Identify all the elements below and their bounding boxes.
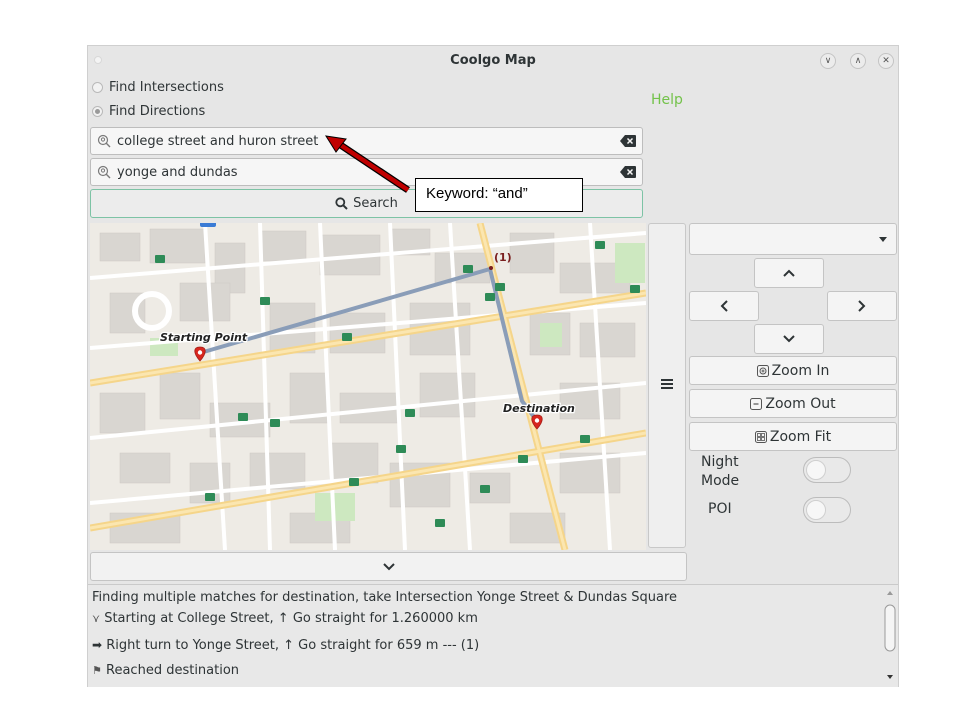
destination-marker-label: Destination bbox=[503, 402, 575, 415]
directions-line-row: ⚑ Reached destination bbox=[92, 663, 239, 678]
window-title: Coolgo Map bbox=[450, 53, 536, 68]
sidebar-toggle-button[interactable] bbox=[648, 223, 686, 548]
zoom-out-label: Zoom Out bbox=[765, 395, 836, 412]
from-input[interactable] bbox=[117, 130, 607, 152]
directions-line-row: ➡ Right turn to Yonge Street, ↑ Go strai… bbox=[92, 638, 479, 653]
night-mode-toggle[interactable] bbox=[803, 457, 851, 483]
pan-down-button[interactable] bbox=[754, 324, 824, 354]
directions-expander-button[interactable] bbox=[90, 552, 687, 581]
layer-dropdown[interactable] bbox=[689, 223, 897, 255]
zoom-out-button[interactable]: Zoom Out bbox=[689, 389, 897, 418]
radio-find-intersections[interactable]: Find Intersections bbox=[92, 77, 224, 97]
radio-button[interactable] bbox=[92, 105, 103, 117]
zoom-fit-label: Zoom Fit bbox=[769, 428, 832, 445]
directions-line: Reached destination bbox=[106, 663, 240, 678]
dropdown-arrow-icon bbox=[879, 237, 887, 242]
maximize-icon[interactable]: ∧ bbox=[850, 53, 866, 69]
radio-find-directions[interactable]: Find Directions bbox=[92, 101, 205, 121]
directions-line: Starting at College Street, ↑ Go straigh… bbox=[104, 611, 478, 626]
hamburger-icon bbox=[661, 379, 673, 389]
chevron-left-icon bbox=[720, 300, 728, 312]
toggle-knob bbox=[806, 500, 826, 520]
directions-line-row: ⋎ Starting at College Street, ↑ Go strai… bbox=[92, 611, 478, 626]
radio-button[interactable] bbox=[92, 81, 103, 93]
toggle-knob bbox=[806, 460, 826, 480]
from-entry[interactable] bbox=[90, 127, 643, 155]
radio-label: Find Intersections bbox=[109, 79, 224, 95]
chevron-down-icon bbox=[783, 335, 795, 343]
poi-toggle[interactable] bbox=[803, 497, 851, 523]
checkered-flag-icon: ⚑ bbox=[92, 664, 102, 677]
zoom-out-icon bbox=[750, 397, 763, 410]
app-window: Coolgo Map ∨ ∧ ✕ Find Intersections Find… bbox=[87, 45, 899, 687]
minimize-icon[interactable]: ∨ bbox=[820, 53, 836, 69]
pan-right-button[interactable] bbox=[827, 291, 897, 321]
chevron-right-icon bbox=[858, 300, 866, 312]
turn-right-icon: ➡ bbox=[92, 638, 103, 652]
clear-icon[interactable] bbox=[620, 166, 636, 178]
poi-label: POI bbox=[708, 501, 732, 517]
map-view[interactable]: (1) Starting Point Destination bbox=[90, 223, 646, 550]
close-icon[interactable]: ✕ bbox=[878, 53, 894, 69]
directions-line: Right turn to Yonge Street, ↑ Go straigh… bbox=[106, 638, 480, 653]
chevron-up-icon bbox=[783, 269, 795, 277]
turn-marker-label: (1) bbox=[494, 251, 512, 264]
chevron-down-icon bbox=[382, 562, 395, 570]
directions-scrollbar[interactable] bbox=[883, 585, 897, 685]
zoom-in-button[interactable]: Zoom In bbox=[689, 356, 897, 385]
directions-panel: Finding multiple matches for destination… bbox=[88, 584, 898, 687]
location-search-icon bbox=[97, 134, 111, 148]
zoom-fit-icon bbox=[754, 430, 767, 443]
title-bar: Coolgo Map ∨ ∧ ✕ bbox=[88, 46, 898, 76]
search-icon bbox=[335, 197, 348, 210]
annotation-callout: Keyword: “and” bbox=[415, 178, 583, 212]
night-mode-label: Night Mode bbox=[701, 454, 740, 489]
pan-up-button[interactable] bbox=[754, 258, 824, 288]
start-flag-icon: ⋎ bbox=[92, 612, 101, 625]
zoom-fit-button[interactable]: Zoom Fit bbox=[689, 422, 897, 451]
start-marker-label: Starting Point bbox=[160, 331, 248, 344]
pan-left-button[interactable] bbox=[689, 291, 759, 321]
location-search-icon bbox=[97, 165, 111, 179]
zoom-in-label: Zoom In bbox=[771, 362, 830, 379]
search-button-label: Search bbox=[353, 196, 398, 211]
map-canvas[interactable]: (1) Starting Point Destination bbox=[90, 223, 646, 550]
zoom-in-icon bbox=[756, 364, 769, 377]
help-link[interactable]: Help bbox=[651, 92, 683, 108]
radio-label: Find Directions bbox=[109, 103, 206, 119]
directions-line: Finding multiple matches for destination… bbox=[92, 590, 678, 605]
clear-icon[interactable] bbox=[620, 135, 636, 147]
